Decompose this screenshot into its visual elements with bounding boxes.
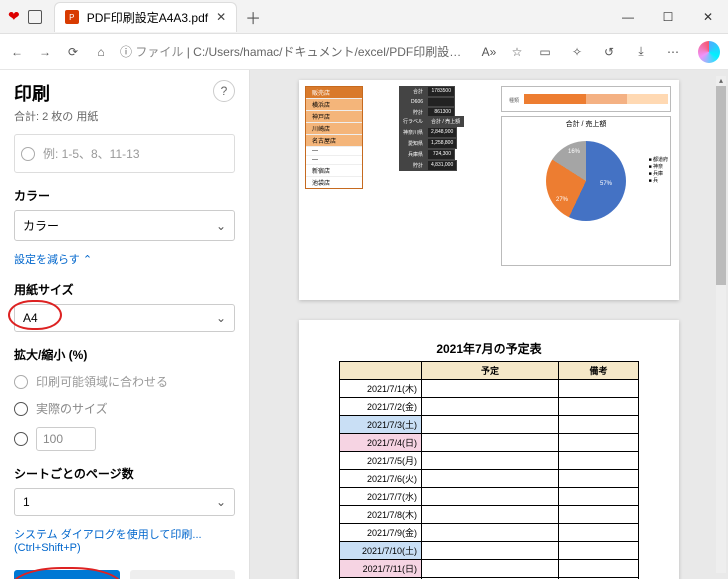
preview-page-1: 販売店 横浜店神戸店川崎店名古屋店——新宿店池袋店 合計1783500D606貯… <box>299 80 679 300</box>
titlebar: ❤ P PDF印刷設定A4A3.pdf ✕ ＋ — ☐ ✕ <box>0 0 728 34</box>
downloads-icon[interactable]: ⤓ <box>632 44 650 59</box>
close-window-button[interactable]: ✕ <box>688 0 728 34</box>
tab-title: PDF印刷設定A4A3.pdf <box>87 9 208 26</box>
panel-subtitle: 合計: 2 枚の 用紙 <box>14 108 98 124</box>
close-tab-icon[interactable]: ✕ <box>216 10 226 24</box>
info-icon: ⓘ <box>120 45 135 59</box>
help-button[interactable]: ? <box>213 80 235 102</box>
preview-page-2: 2021年7月の予定表 予定 備考 2021/7/1(木)2021/7/2(金)… <box>299 320 679 579</box>
address-bar: ← → ⟳ ⌂ ⓘ ファイル | C:/Users/hamac/ドキュメント/e… <box>0 34 728 70</box>
scale-actual-label: 実際のサイズ <box>36 400 108 417</box>
print-preview[interactable]: 販売店 横浜店神戸店川崎店名古屋店——新宿店池袋店 合計1783500D606貯… <box>250 70 728 579</box>
scale-actual-radio[interactable] <box>14 402 28 416</box>
scale-custom-radio[interactable] <box>14 432 28 446</box>
more-icon[interactable]: ⋯ <box>664 45 682 59</box>
pages-custom-radio[interactable] <box>21 147 35 161</box>
system-dialog-link[interactable]: システム ダイアログを使用して印刷... (Ctrl+Shift+P) <box>14 526 235 554</box>
home-icon[interactable]: ⌂ <box>92 45 110 59</box>
preview-scrollbar[interactable]: ▴ <box>716 76 726 573</box>
color-select[interactable]: カラー ⌄ <box>14 210 235 241</box>
back-icon[interactable]: ← <box>8 45 26 59</box>
workspace-icon[interactable] <box>28 10 42 24</box>
print-button[interactable]: 印刷 <box>14 570 120 579</box>
less-settings-link[interactable]: 設定を減らす ⌃ <box>14 251 92 267</box>
refresh-icon[interactable]: ⟳ <box>64 45 82 59</box>
read-aloud-icon[interactable]: A» <box>480 45 498 59</box>
collections-icon[interactable]: ▭ <box>536 45 554 59</box>
pps-label: シートごとのページ数 <box>14 465 235 482</box>
print-panel: 印刷 合計: 2 枚の 用紙 ? 例: 1-5、8、11-13 カラー カラー … <box>0 70 250 579</box>
pages-example-input[interactable]: 例: 1-5、8、11-13 <box>43 141 228 166</box>
forward-icon: → <box>36 45 54 59</box>
chevron-down-icon: ⌄ <box>216 495 226 509</box>
scale-label: 拡大/縮小 (%) <box>14 346 235 363</box>
maximize-button[interactable]: ☐ <box>648 0 688 34</box>
paper-size-label: 用紙サイズ <box>14 281 235 298</box>
browser-tab[interactable]: P PDF印刷設定A4A3.pdf ✕ <box>54 2 237 32</box>
scale-fit-label: 印刷可能領域に合わせる <box>36 373 168 390</box>
schedule-table: 予定 備考 2021/7/1(木)2021/7/2(金)2021/7/3(土)2… <box>339 361 639 579</box>
mini-bar-chart: 種類 <box>501 86 671 112</box>
scale-custom-input[interactable]: 100 <box>36 427 96 451</box>
extensions-icon[interactable]: ✧ <box>568 45 586 59</box>
color-label: カラー <box>14 187 235 204</box>
pdf-icon: P <box>65 10 79 24</box>
address-field[interactable]: ⓘ ファイル | C:/Users/hamac/ドキュメント/excel/PDF… <box>120 43 470 60</box>
favorite-icon[interactable]: ☆ <box>508 45 526 59</box>
chevron-down-icon: ⌄ <box>216 219 226 233</box>
minimize-button[interactable]: — <box>608 0 648 34</box>
mini-table-header: 販売店 <box>306 87 362 98</box>
app-icon: ❤ <box>8 8 20 25</box>
history-icon[interactable]: ↺ <box>600 45 618 59</box>
panel-title: 印刷 <box>14 80 98 106</box>
scale-fit-radio[interactable] <box>14 375 28 389</box>
chevron-down-icon: ⌄ <box>216 311 226 325</box>
new-tab-button[interactable]: ＋ <box>245 5 261 29</box>
mini-pie-chart: 合計 / 売上額 57% 27% 16% ■ 都道府■ 神奈■ 兵庫■ 兵 <box>501 116 671 266</box>
paper-size-select[interactable]: A4 ⌄ <box>14 304 235 332</box>
copilot-icon[interactable] <box>698 41 720 63</box>
pps-select[interactable]: 1 ⌄ <box>14 488 235 516</box>
schedule-title: 2021年7月の予定表 <box>317 340 661 357</box>
cancel-button[interactable]: キャンセル <box>130 570 236 579</box>
